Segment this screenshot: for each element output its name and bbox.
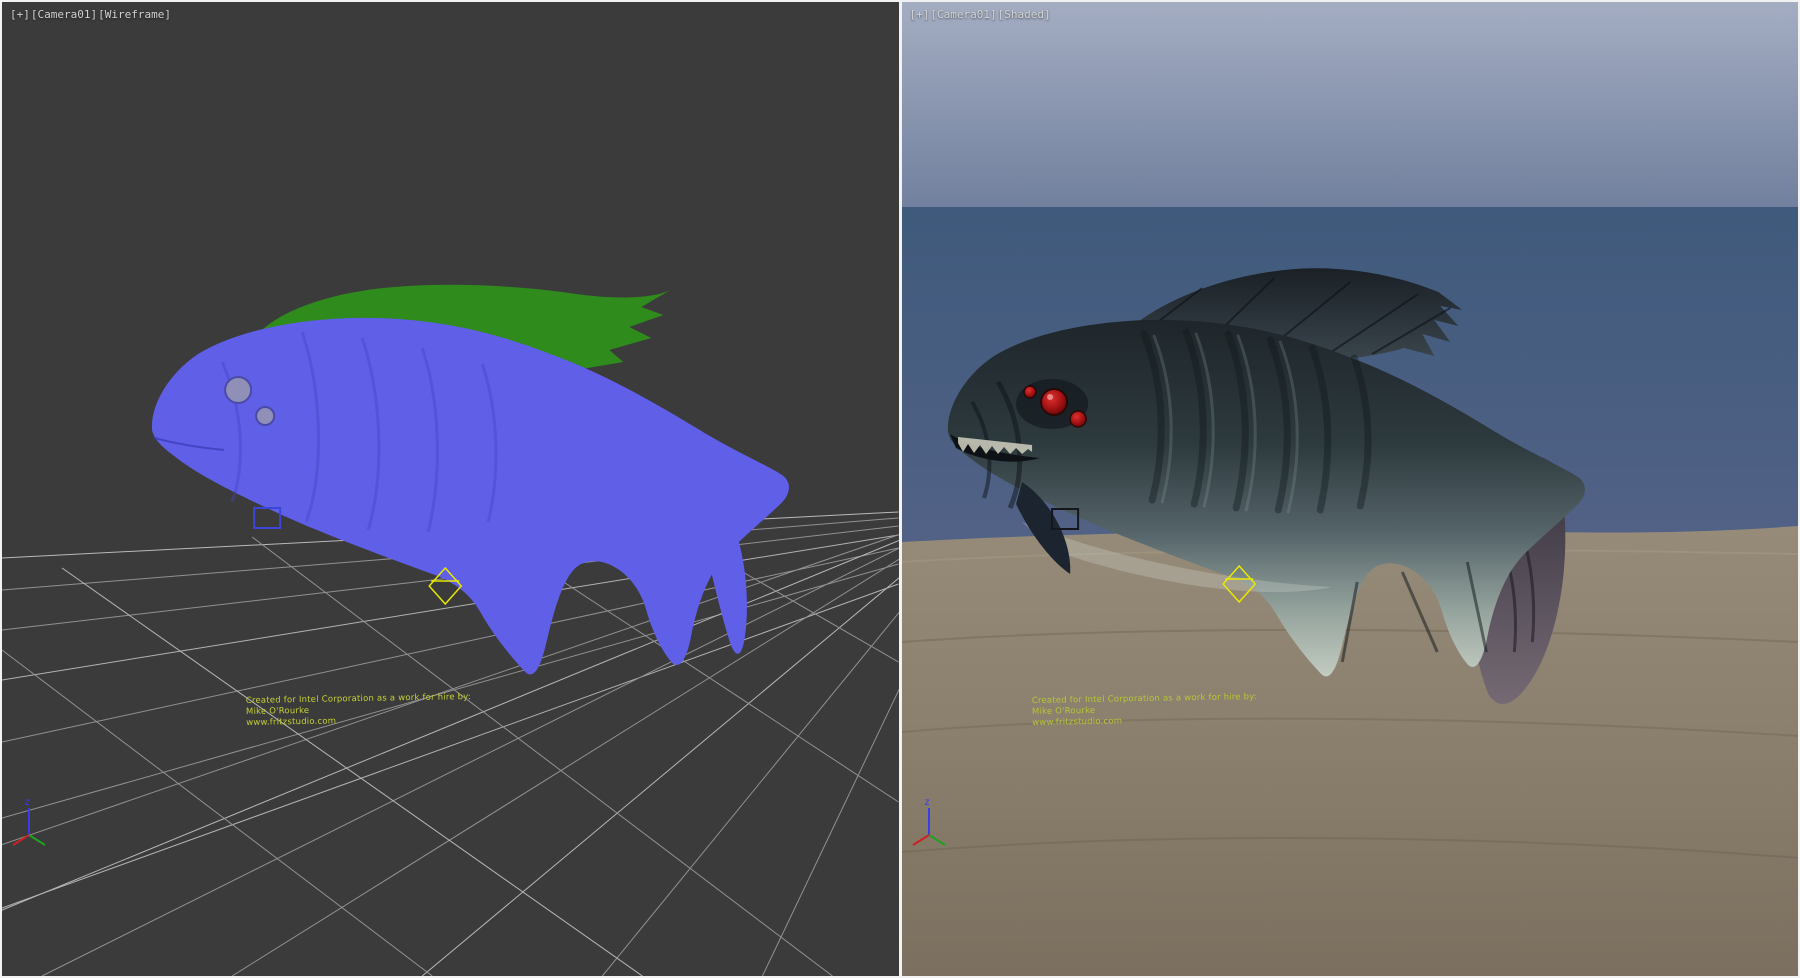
viewport-label-bar: [+][Camera01][Shaded] — [910, 8, 1052, 21]
viewport-menu-pov[interactable]: [Camera01] — [930, 8, 996, 21]
viewport-menu-shading[interactable]: [Wireframe] — [98, 8, 171, 21]
viewport-menu-general[interactable]: [+] — [910, 8, 930, 21]
axis-z-label: z — [24, 797, 30, 808]
viewport-menu-shading[interactable]: [Shaded] — [998, 8, 1051, 21]
eye — [225, 377, 251, 403]
viewport-menu-pov[interactable]: [Camera01] — [31, 8, 97, 21]
viewport-wireframe[interactable]: [+][Camera01][Wireframe] — [2, 2, 899, 976]
viewport-canvas: [+][Camera01][Wireframe] — [0, 0, 1800, 978]
eye-main — [1041, 389, 1067, 415]
eye-small — [256, 407, 274, 425]
sky — [902, 2, 1799, 208]
eye-secondary — [1070, 411, 1086, 427]
world-axis-tripod: z — [13, 797, 45, 845]
eye-highlight — [1047, 394, 1053, 400]
viewport-menu-general[interactable]: [+] — [10, 8, 30, 21]
scene-watermark: Created for Intel Corporation as a work … — [246, 692, 472, 729]
scene-watermark: Created for Intel Corporation as a work … — [1031, 692, 1257, 729]
fish-model-wireframe[interactable] — [152, 285, 789, 675]
viewport-shaded[interactable]: [+][Camera01][Shaded] — [902, 2, 1799, 976]
viewport-label-bar: [+][Camera01][Wireframe] — [10, 8, 172, 21]
eye-tertiary — [1024, 386, 1036, 398]
fish-body[interactable] — [152, 318, 789, 675]
axis-z-label: z — [924, 797, 930, 808]
